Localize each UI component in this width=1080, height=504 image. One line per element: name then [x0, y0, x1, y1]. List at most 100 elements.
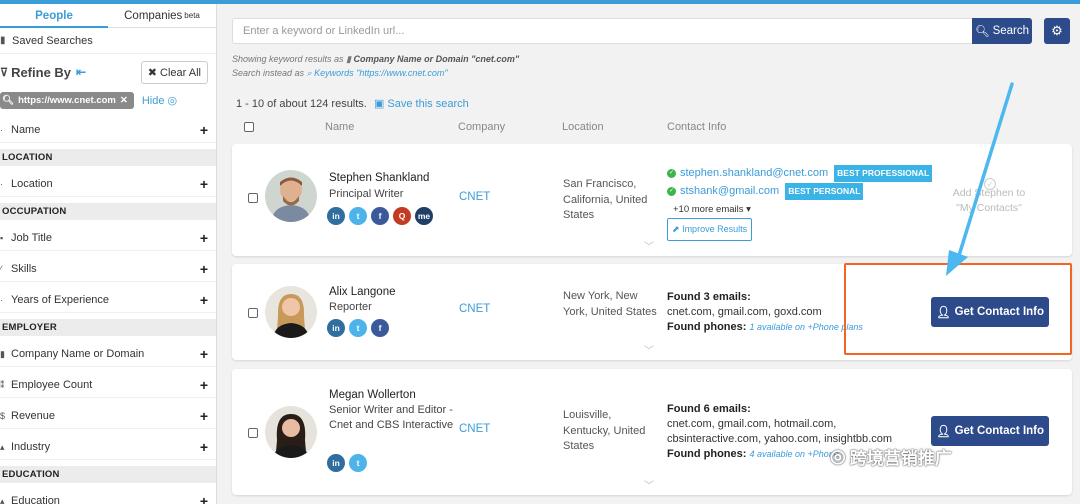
wrench-icon: ⁄: [0, 264, 2, 274]
add-to-contacts-label: Add Stephen to "My Contacts": [952, 187, 1026, 214]
facet-education[interactable]: ▴ Education +: [0, 489, 216, 504]
facet-industry[interactable]: ▴ Industry +: [0, 435, 216, 460]
plus-icon: +: [199, 122, 208, 138]
chevron-down-icon[interactable]: ﹀: [644, 238, 654, 253]
tab-people[interactable]: People: [0, 4, 108, 28]
plus-icon: +: [199, 408, 208, 424]
chart-icon: ⬈: [672, 224, 680, 234]
more-emails-label: +10 more emails: [673, 204, 744, 215]
quora-icon[interactable]: Q: [393, 207, 411, 225]
clock-icon: ·: [0, 295, 3, 305]
aboutme-icon[interactable]: me: [415, 207, 433, 225]
saved-searches-link[interactable]: ▮ Saved Searches: [0, 28, 216, 54]
company-link[interactable]: CNET: [459, 423, 490, 435]
facebook-icon[interactable]: f: [371, 207, 389, 225]
facet-revenue-label: Revenue: [11, 410, 56, 422]
showing-prefix: Showing keyword results as: [232, 54, 344, 64]
phone-plans-link[interactable]: 4 available on +Phone: [750, 449, 839, 459]
facet-name[interactable]: · Name +: [0, 118, 216, 143]
twitter-icon[interactable]: t: [349, 207, 367, 225]
select-all-checkbox[interactable]: [244, 122, 254, 132]
instead-prefix: Search instead as: [232, 68, 305, 78]
linkedin-icon[interactable]: in: [327, 319, 345, 337]
improve-results-button[interactable]: ⬈ Improve Results: [667, 218, 753, 241]
settings-button[interactable]: ⚙: [1044, 18, 1070, 44]
person-location: New York, New York, United States: [563, 290, 657, 318]
linkedin-icon[interactable]: in: [327, 454, 345, 472]
save-icon: ▣: [373, 98, 385, 110]
collapse-sidebar-icon[interactable]: ⇤: [76, 65, 86, 79]
facet-company-name[interactable]: ▮ Company Name or Domain +: [0, 342, 216, 367]
table-row: Megan Wollerton Senior Writer and Editor…: [232, 369, 1072, 495]
email-domains: cnet.com, gmail.com, hotmail.com, cbsint…: [667, 418, 892, 445]
remove-filter-icon[interactable]: ✕: [120, 95, 128, 106]
search-button[interactable]: 🔍︎ Search: [972, 18, 1032, 44]
facet-revenue[interactable]: $ Revenue +: [0, 404, 216, 429]
facet-location[interactable]: · Location +: [0, 172, 216, 197]
company-link[interactable]: CNET: [459, 303, 490, 315]
row-checkbox[interactable]: [248, 193, 258, 203]
facet-employee-count[interactable]: ⁑ Employee Count +: [0, 373, 216, 398]
facet-years-experience[interactable]: · Years of Experience +: [0, 288, 216, 313]
facet-years-label: Years of Experience: [11, 294, 110, 306]
twitter-icon[interactable]: t: [349, 319, 367, 337]
hide-filters-link[interactable]: Hide ◎: [142, 94, 177, 107]
close-icon: ✖: [147, 66, 157, 79]
person-name[interactable]: Megan Wollerton: [329, 389, 416, 401]
tab-companies[interactable]: Companies beta: [108, 4, 216, 27]
bookmark-icon: ▮: [0, 35, 6, 46]
refine-title: ⊽ Refine By ⇤: [0, 65, 86, 80]
found-phones-label: Found phones:: [667, 321, 747, 333]
email-address[interactable]: stephen.shankland@cnet.com: [680, 166, 828, 181]
get-contact-info-button[interactable]: 👤︎ Get Contact Info: [931, 416, 1049, 446]
clear-all-label: Clear All: [160, 66, 201, 79]
facet-company-label: Company Name or Domain: [11, 348, 145, 360]
best-professional-badge: BEST PROFESSIONAL: [834, 165, 933, 182]
person-name[interactable]: Stephen Shankland: [329, 172, 429, 184]
save-search-label: Save this search: [387, 98, 469, 110]
showing-as-note: Showing keyword results as ▮ Company Nam…: [232, 54, 519, 65]
twitter-icon[interactable]: t: [349, 454, 367, 472]
person-location: Louisville, Kentucky, United States: [563, 409, 646, 452]
search-instead-link[interactable]: ⌕ Keywords "https://www.cnet.com": [307, 68, 448, 78]
facet-name-label: Name: [11, 124, 41, 136]
plus-icon: +: [199, 493, 208, 504]
sidebar-tabs: People Companies beta: [0, 4, 216, 28]
chevron-down-icon[interactable]: ﹀: [644, 342, 654, 357]
building-icon: ▮: [346, 54, 352, 64]
facet-employee-label: Employee Count: [11, 379, 93, 391]
check-icon: ✓: [667, 187, 676, 196]
refine-header: ⊽ Refine By ⇤ ✖ Clear All: [0, 54, 216, 90]
clear-all-button[interactable]: ✖ Clear All: [140, 60, 208, 84]
facebook-icon[interactable]: f: [371, 319, 389, 337]
chevron-down-icon[interactable]: ﹀: [644, 477, 654, 492]
email-address[interactable]: stshank@gmail.com: [680, 184, 779, 199]
main-content: 🔍︎Search ⚙ Showing keyword results as ▮ …: [232, 4, 1080, 504]
header-contact: Contact Info: [667, 121, 727, 133]
watermark: ◎ 跨境营销推广: [830, 444, 952, 469]
row-checkbox[interactable]: [248, 308, 258, 318]
sidebar: People Companies beta ▮ Saved Searches ⊽ …: [0, 4, 217, 504]
facet-job-title[interactable]: ▪ Job Title +: [0, 226, 216, 251]
filter-chip[interactable]: 🔍︎ https://www.cnet.com ✕: [0, 91, 134, 109]
facet-skills[interactable]: ⁄ Skills +: [0, 257, 216, 282]
industry-icon: ▴: [0, 441, 5, 452]
search-icon: 🔍︎: [974, 26, 990, 38]
eye-slash-icon: ◎: [167, 94, 178, 107]
showing-value: Company Name or Domain "cnet.com": [353, 54, 520, 64]
watermark-text: 跨境营销推广: [849, 449, 952, 468]
facet-industry-label: Industry: [11, 441, 51, 453]
add-to-contacts-button[interactable]: Add Stephen to "My Contacts": [944, 186, 1034, 216]
instead-value: Keywords "https://www.cnet.com": [314, 68, 448, 78]
company-link[interactable]: CNET: [459, 191, 490, 203]
person-title: Reporter: [329, 301, 372, 313]
results-count: 1 - 10 of about 124 results.: [236, 98, 367, 110]
section-education: EDUCATION: [0, 466, 216, 483]
search-input[interactable]: [232, 18, 972, 44]
row-checkbox[interactable]: [248, 428, 258, 438]
person-name[interactable]: Alix Langone: [329, 286, 396, 298]
more-emails-toggle[interactable]: +10 more emails ▾: [673, 202, 932, 217]
linkedin-icon[interactable]: in: [327, 207, 345, 225]
save-search-link[interactable]: ▣ Save this search: [374, 98, 469, 110]
section-location: LOCATION: [0, 149, 216, 166]
